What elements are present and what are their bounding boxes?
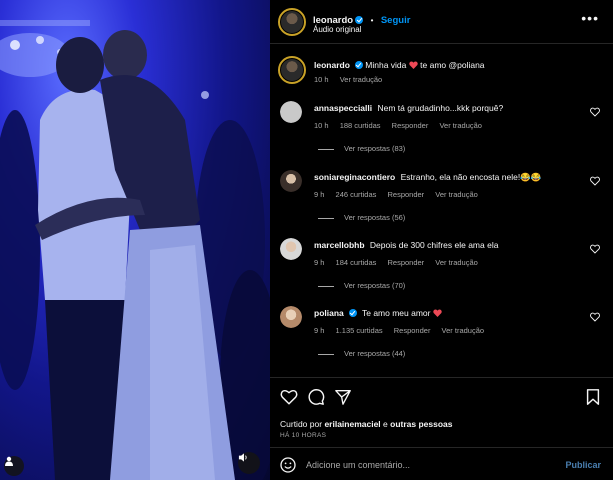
follow-button[interactable]: Seguir [381, 15, 411, 26]
commenter-avatar[interactable] [280, 170, 302, 192]
comment-time: 10 h [314, 121, 329, 130]
liked-by-line: Curtido por erilainemaciel e outras pess… [280, 419, 453, 429]
translate-link[interactable]: Ver tradução [439, 121, 482, 130]
comment-username[interactable]: soniareginacontiero [314, 172, 395, 182]
comment-time: 9 h [314, 326, 325, 335]
audio-toggle-button[interactable] [238, 452, 260, 474]
like-comment-heart-icon[interactable] [590, 107, 600, 117]
verified-icon [348, 309, 357, 317]
translate-link[interactable]: Ver tradução [435, 190, 478, 199]
comment-text: Depois de 300 chifres ele ama ela [369, 240, 499, 250]
comment-text: Te amo meu amor [361, 308, 431, 318]
liked-conj: e [383, 419, 388, 429]
verified-icon [355, 16, 364, 24]
translate-link[interactable]: Ver tradução [442, 326, 485, 335]
like-heart-icon[interactable] [280, 388, 298, 406]
caption-text-start: Minha vida [365, 60, 407, 70]
bookmark-save-icon[interactable] [584, 388, 602, 406]
translate-link[interactable]: Ver tradução [435, 258, 478, 267]
post-side-panel: leonardo • Seguir Áudio original ••• leo… [270, 0, 613, 480]
photo-scene [0, 20, 270, 480]
comment-username[interactable]: poliana [314, 308, 344, 318]
view-replies-button[interactable]: Ver respostas (56) [318, 213, 405, 222]
user-icon [5, 456, 13, 466]
emoji-picker-icon[interactable] [280, 457, 296, 473]
reply-button[interactable]: Responder [387, 258, 424, 267]
comment-username[interactable]: annaspeccialli [314, 103, 372, 113]
caption-text-end: te amo @poliana [420, 60, 485, 70]
comment-time: 9 h [314, 258, 325, 267]
comment-likes[interactable]: 188 curtidas [340, 121, 381, 130]
red-heart-emoji-icon [409, 61, 418, 69]
caption-time: 10 h [314, 75, 329, 84]
avatar-fill [280, 101, 302, 123]
like-comment-heart-icon[interactable] [590, 312, 600, 322]
comment-text: Estranho, ela não encosta nele!😂😂 [400, 172, 542, 182]
audio-link[interactable]: Áudio original [313, 25, 361, 34]
commenter-avatar[interactable] [280, 238, 302, 260]
comment-likes[interactable]: 184 curtidas [336, 258, 377, 267]
reply-button[interactable]: Responder [387, 190, 424, 199]
share-send-icon[interactable] [334, 388, 352, 406]
comment-time: 9 h [314, 190, 325, 199]
liked-user-link[interactable]: erilainemaciel [324, 419, 380, 429]
caption-avatar[interactable] [278, 56, 306, 84]
post-header: leonardo • Seguir Áudio original ••• [270, 0, 613, 44]
post-timestamp[interactable]: HÁ 10 HORAS [280, 432, 326, 439]
comment-likes[interactable]: 246 curtidas [336, 190, 377, 199]
author-avatar[interactable] [278, 8, 306, 36]
view-replies-button[interactable]: Ver respostas (83) [318, 144, 405, 153]
verified-icon [354, 61, 363, 69]
post-actions: Curtido por erilainemaciel e outras pess… [270, 377, 613, 447]
comment-composer: Publicar [270, 447, 613, 480]
liked-prefix: Curtido por [280, 419, 323, 429]
reply-button[interactable]: Responder [394, 326, 431, 335]
red-heart-emoji-icon [433, 309, 442, 317]
reply-button[interactable]: Responder [392, 121, 429, 130]
like-comment-heart-icon[interactable] [590, 244, 600, 254]
post-photo[interactable] [0, 0, 270, 480]
more-icon[interactable]: ••• [581, 11, 599, 25]
comment-bubble-icon[interactable] [307, 388, 325, 406]
comment-text: Nem tá grudadinho...kkk porquê? [377, 103, 504, 113]
commenter-avatar[interactable] [280, 101, 302, 123]
comment-input[interactable] [306, 456, 546, 474]
comment-likes[interactable]: 1.135 curtidas [336, 326, 383, 335]
speaker-icon [238, 453, 247, 462]
caption-translate-link[interactable]: Ver tradução [340, 75, 383, 84]
comment-username[interactable]: marcellobhb [314, 240, 365, 250]
view-replies-button[interactable]: Ver respostas (70) [318, 281, 405, 290]
publish-button[interactable]: Publicar [565, 460, 601, 470]
tagged-users-button[interactable] [4, 456, 24, 476]
like-comment-heart-icon[interactable] [590, 176, 600, 186]
liked-others-link[interactable]: outras pessoas [390, 419, 452, 429]
comments-list[interactable]: leonardo Minha vida te amo @poliana 10 h… [270, 44, 613, 377]
view-replies-button[interactable]: Ver respostas (44) [318, 349, 405, 358]
commenter-avatar[interactable] [280, 306, 302, 328]
caption-username[interactable]: leonardo [314, 60, 350, 70]
dot-separator: • [370, 16, 374, 25]
